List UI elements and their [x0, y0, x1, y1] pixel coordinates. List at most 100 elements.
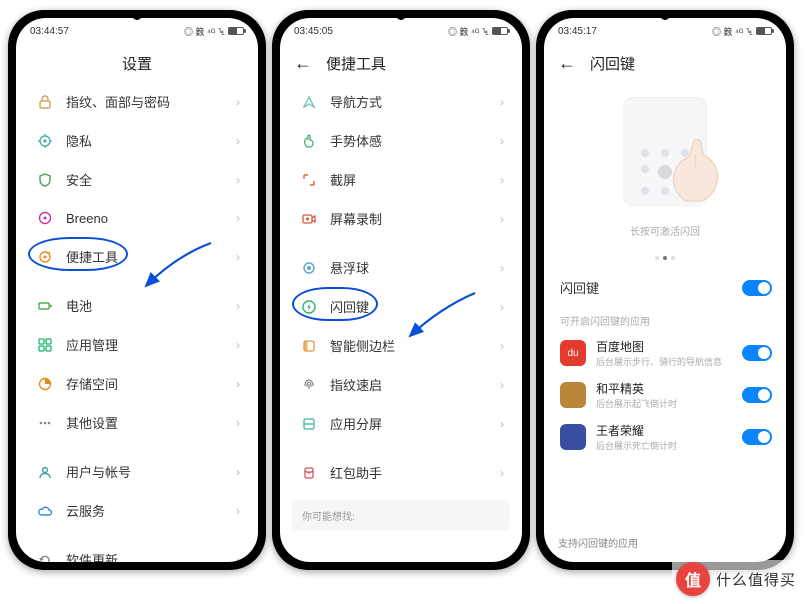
- tool-item-fingerprint[interactable]: 指纹速启›: [284, 365, 518, 404]
- user-icon: [36, 463, 54, 481]
- apps-icon: [36, 336, 54, 354]
- settings-item-user[interactable]: 用户与帐号›: [20, 452, 254, 491]
- page-title: 便捷工具: [326, 53, 386, 74]
- status-extra: ◎ 䉤 ⁴ᴳ ꔃ: [448, 25, 489, 38]
- chevron-right-icon: ›: [236, 416, 240, 430]
- camera-notch: [132, 10, 142, 20]
- settings-item-label: 电池: [66, 296, 92, 315]
- app-row[interactable]: 和平精英后台展示起飞倒计时: [544, 374, 786, 416]
- page-title: 闪回键: [590, 53, 635, 74]
- phone-frame-2: 03:45:05 ◎ 䉤 ⁴ᴳ ꔃ ← 便捷工具 导航方式›手势体感›截屏›屏幕…: [272, 10, 530, 570]
- tool-item-nav[interactable]: 导航方式›: [284, 82, 518, 121]
- settings-item-tools[interactable]: 便捷工具›: [20, 237, 254, 276]
- toggle-switch[interactable]: [742, 387, 772, 403]
- header: ← 便捷工具: [280, 44, 522, 82]
- chevron-right-icon: ›: [236, 173, 240, 187]
- tool-item-flash[interactable]: 闪回键›: [284, 287, 518, 326]
- settings-item-label: 应用管理: [66, 335, 118, 354]
- screen-flashback: 03:45:17 ◎ 䉤 ⁴ᴳ ꔃ ← 闪回键: [544, 18, 786, 562]
- clock: 03:45:05: [294, 26, 333, 37]
- tool-item-screenshot[interactable]: 截屏›: [284, 160, 518, 199]
- tools-list[interactable]: 导航方式›手势体感›截屏›屏幕录制›悬浮球›闪回键›智能侧边栏›指纹速启›应用分…: [280, 82, 522, 492]
- tool-item-label: 应用分屏: [330, 414, 382, 433]
- app-row[interactable]: 王者荣耀后台展示死亡倒计时: [544, 416, 786, 458]
- settings-item-label: 存储空间: [66, 374, 118, 393]
- settings-item-label: 软件更新: [66, 550, 118, 562]
- battery-icon: [756, 27, 772, 35]
- settings-item-more[interactable]: 其他设置›: [20, 403, 254, 442]
- tool-item-label: 红包助手: [330, 463, 382, 482]
- chevron-right-icon: ›: [236, 504, 240, 518]
- toggle-label: 闪回键: [560, 278, 599, 297]
- tool-item-sidebar[interactable]: 智能侧边栏›: [284, 326, 518, 365]
- settings-item-update[interactable]: 软件更新›: [20, 540, 254, 562]
- chevron-right-icon: ›: [500, 134, 504, 148]
- page-indicator: [544, 256, 786, 260]
- camera-notch: [396, 10, 406, 20]
- tool-item-redpacket[interactable]: 红包助手 ›: [284, 453, 518, 492]
- settings-item-label: 便捷工具: [66, 247, 118, 266]
- app-icon: du: [560, 340, 586, 366]
- illustration-caption: 长按可激活闪回: [630, 223, 700, 238]
- clock: 03:44:57: [30, 26, 69, 37]
- settings-item-privacy[interactable]: 隐私 ›: [20, 121, 254, 160]
- lock-icon: [36, 93, 54, 111]
- status-indicators: ◎ 䉤 ⁴ᴳ ꔃ: [448, 25, 508, 38]
- settings-item-storage[interactable]: 存储空间›: [20, 364, 254, 403]
- chevron-right-icon: ›: [236, 211, 240, 225]
- watermark: 值 什么值得买: [672, 560, 800, 598]
- sidebar-icon: [300, 337, 318, 355]
- status-indicators: ◎ 䉤 ⁴ᴳ ꔃ: [184, 25, 244, 38]
- settings-item-lock[interactable]: 指纹、面部与密码›: [20, 82, 254, 121]
- chevron-right-icon: ›: [500, 466, 504, 480]
- chevron-right-icon: ›: [500, 417, 504, 431]
- header: ← 闪回键: [544, 44, 786, 82]
- chevron-right-icon: ›: [500, 300, 504, 314]
- flashback-toggle-row[interactable]: 闪回键: [544, 268, 786, 307]
- nav-icon: [300, 93, 318, 111]
- chevron-right-icon: ›: [500, 261, 504, 275]
- tool-item-label: 截屏: [330, 170, 356, 189]
- tool-item-label: 指纹速启: [330, 375, 382, 394]
- app-row[interactable]: du百度地图后台展示步行、骑行的导航信息: [544, 332, 786, 374]
- tool-item-split[interactable]: 应用分屏 ›: [284, 404, 518, 443]
- settings-item-cloud[interactable]: 云服务 ›: [20, 491, 254, 530]
- redpacket-icon: [300, 464, 318, 482]
- settings-item-breeano[interactable]: Breeno›: [20, 199, 254, 237]
- chevron-right-icon: ›: [500, 95, 504, 109]
- back-icon[interactable]: ←: [558, 54, 576, 72]
- update-icon: [36, 551, 54, 563]
- toggle-switch[interactable]: [742, 429, 772, 445]
- screenshot-icon: [300, 171, 318, 189]
- settings-item-shield[interactable]: 安全›: [20, 160, 254, 199]
- settings-item-label: 隐私: [66, 131, 92, 150]
- screen-settings: 03:44:57 ◎ 䉤 ⁴ᴳ ꔃ 设置 指纹、面部与密码›隐私›安全›Bree…: [16, 18, 258, 562]
- page-title: 设置: [16, 44, 258, 82]
- tool-item-record[interactable]: 屏幕录制›: [284, 199, 518, 238]
- screen-tools: 03:45:05 ◎ 䉤 ⁴ᴳ ꔃ ← 便捷工具 导航方式›手势体感›截屏›屏幕…: [280, 18, 522, 562]
- status-bar: 03:45:17 ◎ 䉤 ⁴ᴳ ꔃ: [544, 18, 786, 44]
- settings-item-battery[interactable]: 电池›: [20, 286, 254, 325]
- search-hint[interactable]: 你可能想找:: [292, 500, 510, 531]
- toggle-switch[interactable]: [742, 280, 772, 296]
- settings-item-apps[interactable]: 应用管理›: [20, 325, 254, 364]
- fingerprint-icon: [300, 376, 318, 394]
- toggle-switch[interactable]: [742, 345, 772, 361]
- chevron-right-icon: ›: [236, 134, 240, 148]
- privacy-icon: [36, 132, 54, 150]
- footer-hint: 支持闪回键的应用: [544, 529, 786, 556]
- tool-item-float[interactable]: 悬浮球›: [284, 248, 518, 287]
- status-bar: 03:44:57 ◎ 䉤 ⁴ᴳ ꔃ: [16, 18, 258, 44]
- back-icon[interactable]: ←: [294, 54, 312, 72]
- tool-item-label: 智能侧边栏: [330, 336, 395, 355]
- breeano-icon: [36, 209, 54, 227]
- tool-item-label: 屏幕录制: [330, 209, 382, 228]
- status-bar: 03:45:05 ◎ 䉤 ⁴ᴳ ꔃ: [280, 18, 522, 44]
- tool-item-gesture[interactable]: 手势体感 ›: [284, 121, 518, 160]
- settings-item-label: 云服务: [66, 501, 105, 520]
- settings-list[interactable]: 指纹、面部与密码›隐私›安全›Breeno›便捷工具›电池›应用管理›存储空间›…: [16, 82, 258, 562]
- phone-row: 03:44:57 ◎ 䉤 ⁴ᴳ ꔃ 设置 指纹、面部与密码›隐私›安全›Bree…: [0, 0, 806, 580]
- tool-item-label: 手势体感: [330, 131, 382, 150]
- status-extra: ◎ 䉤 ⁴ᴳ ꔃ: [712, 25, 753, 38]
- clock: 03:45:17: [558, 26, 597, 37]
